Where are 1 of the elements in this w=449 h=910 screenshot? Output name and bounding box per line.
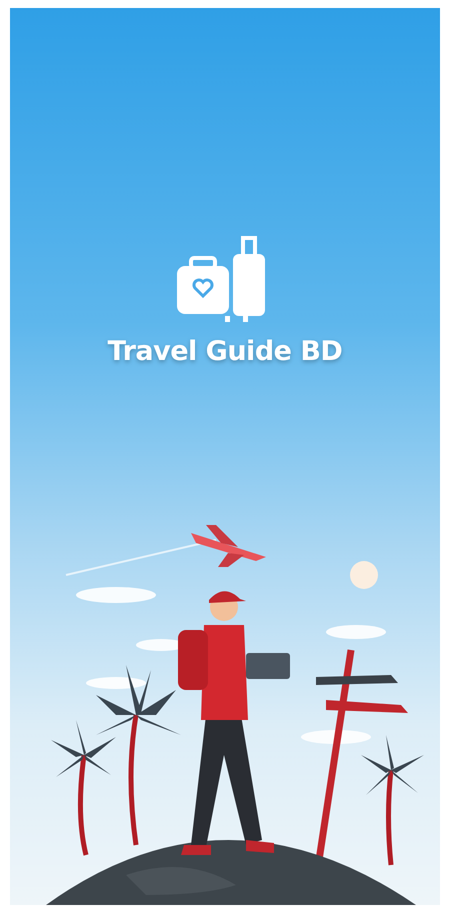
app-title: Travel Guide BD xyxy=(108,336,342,367)
